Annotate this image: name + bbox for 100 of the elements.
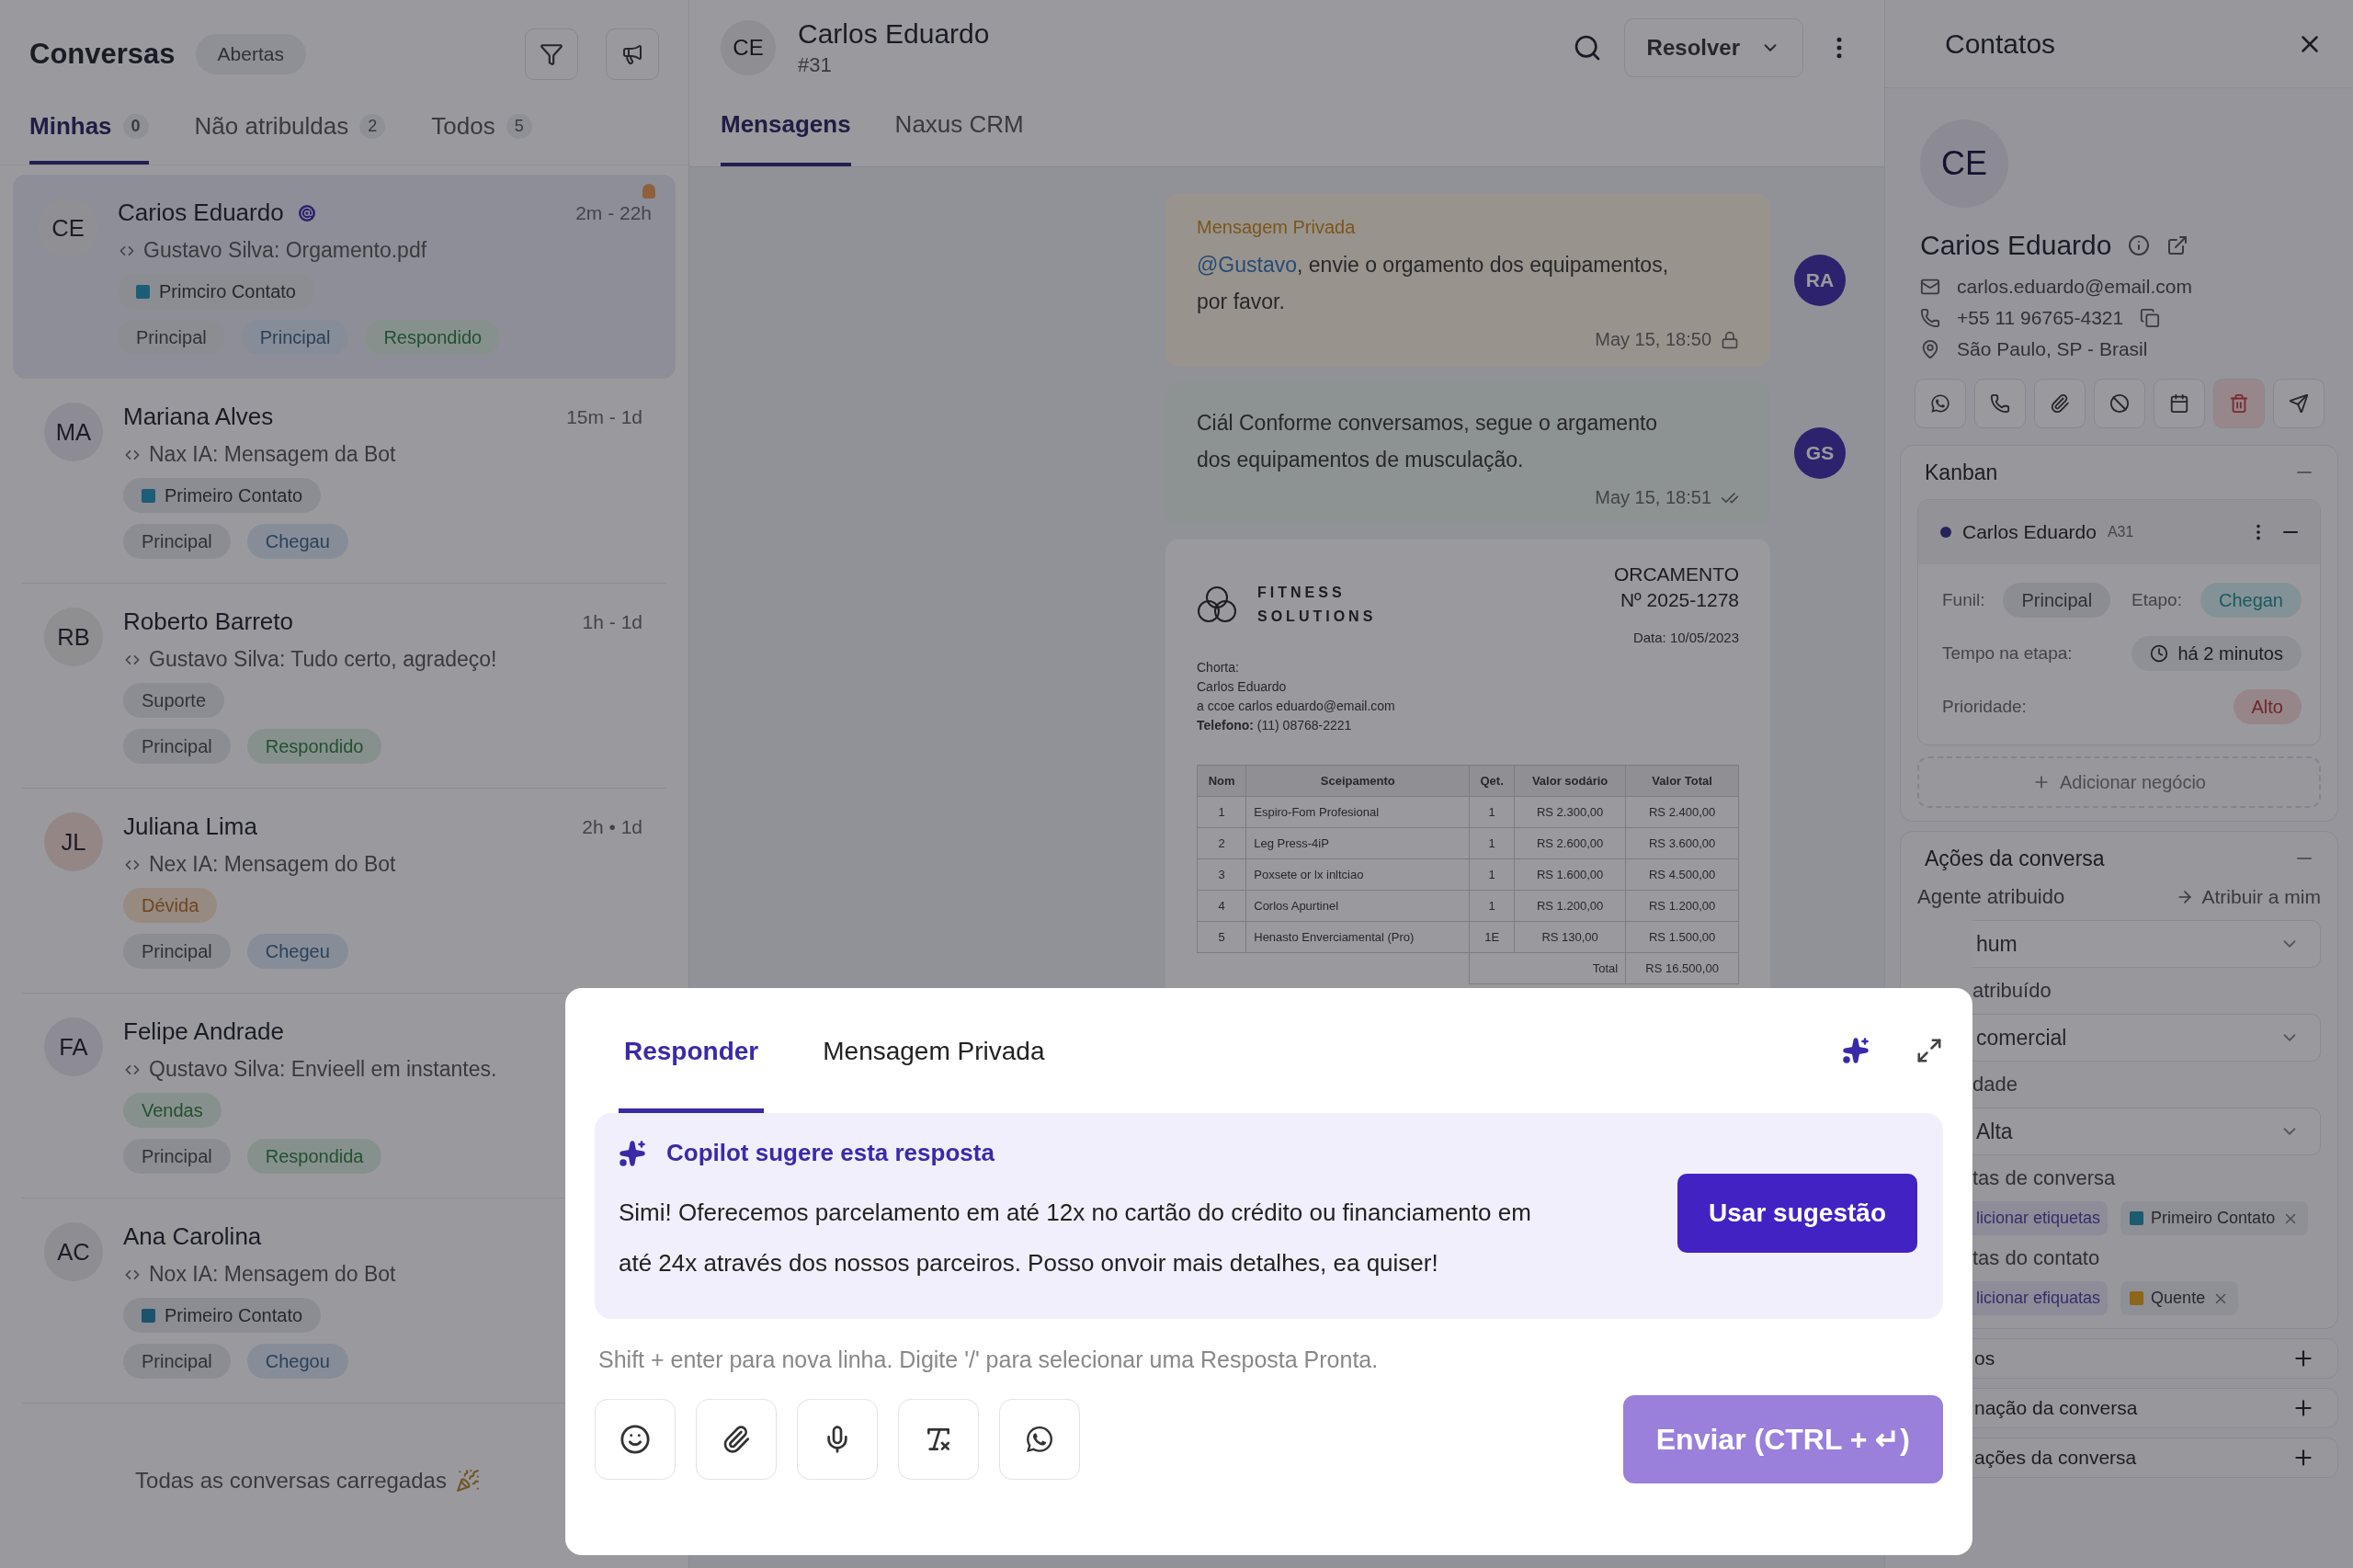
filter-button[interactable] (525, 28, 578, 80)
contact-name: Carios Eduardo (1920, 230, 2112, 261)
message-preview: Qustavo Silva: Envieell em instantes. (149, 1057, 497, 1082)
add-deal-button[interactable]: Adicionar negócio (1917, 756, 2321, 808)
add-label-button[interactable]: licionar etiquetas (1972, 1201, 2109, 1235)
contact-name: Roberto Barreto (123, 608, 293, 636)
table-cell: RS 1.200,00 (1625, 890, 1739, 922)
whatsapp-button[interactable] (999, 1399, 1080, 1481)
paperclip-icon (722, 1425, 751, 1455)
composer-tab[interactable]: Mensagem Privada (817, 988, 1051, 1113)
client-info: Carlos Eduardo (1197, 678, 1288, 697)
emoji-button[interactable] (595, 1399, 676, 1481)
block-button[interactable] (2094, 379, 2145, 428)
conversation-item[interactable]: JL Juliana Lima 2h • 1d Nex IA: Mensagem do Bot Dévida Principal Chegeu (22, 789, 666, 994)
phone-button[interactable] (1974, 379, 2026, 428)
conversation-tab[interactable]: Todos 5 (431, 88, 532, 165)
table-cell: 1E (1469, 921, 1515, 953)
deal-name: Carlos Eduardo (1962, 521, 2097, 543)
table-cell: RS 130,00 (1514, 921, 1626, 953)
mail-icon (1920, 277, 1940, 297)
mic-button[interactable] (797, 1399, 878, 1481)
table-cell: RS 2.300,00 (1514, 796, 1626, 828)
status-chip: Principal (241, 320, 349, 355)
info-icon[interactable] (2128, 234, 2151, 256)
smiley-icon (620, 1424, 651, 1456)
status-chip: Principal (123, 1139, 231, 1174)
table-cell: 1 (1469, 858, 1515, 891)
message-time: May 15, 18:51 (1595, 487, 1711, 509)
field-label: Agente atribuido (1917, 885, 2065, 909)
contact-phone: +55 11 96765-4321 (1957, 307, 2124, 329)
table-cell: RS 1.200,00 (1514, 890, 1626, 922)
avatar: FA (44, 1017, 103, 1076)
label-chip: Suporte (123, 683, 225, 718)
add-label-button[interactable]: licionar efiquatas (1972, 1281, 2109, 1315)
conversation-item[interactable]: CE Carios Eduardo 2m - 22h Gustavo Silva: Orgamento.pdf Primciro Contato Principal Principal Respondido (13, 175, 676, 379)
select-field[interactable]: Alta (1972, 1108, 2321, 1155)
status-filter[interactable]: Abertas (195, 34, 306, 74)
status-chip: Chegou (246, 1344, 348, 1379)
status-chip: Principal (123, 524, 231, 559)
timestamp: 2m - 22h (575, 201, 652, 224)
avatar: MA (44, 403, 103, 461)
external-link-icon[interactable] (2166, 234, 2189, 256)
status-chip: Respondido (365, 320, 501, 355)
select-field[interactable]: comercial (1972, 1014, 2321, 1062)
avatar: GS (1794, 427, 1846, 480)
whatsapp-button[interactable] (1915, 379, 1966, 428)
label-chip: Primeiro Contato (123, 1298, 322, 1333)
contact-name: Mariana Alves (123, 403, 274, 431)
field-value: Chegan (2200, 583, 2302, 618)
avatar: CE (39, 199, 97, 257)
attach-button[interactable] (696, 1399, 777, 1481)
attach-button[interactable] (2034, 379, 2086, 428)
status-chip: Chegau (246, 524, 348, 559)
status-chip: Respondido (246, 729, 382, 764)
timestamp: 15m - 1d (566, 405, 642, 428)
table-cell: RS 2.600,00 (1514, 827, 1626, 859)
conversation-item[interactable]: MA Mariana Alves 15m - 1d Nax IA: Mensagem da Bot Primeiro Contato Principal Chegau (22, 379, 666, 584)
brand-name: SOLUTIONS (1257, 607, 1377, 626)
message-preview: Gustavo Silva: Tudo certo, agradeço! (149, 647, 497, 672)
paperclip-icon (2050, 393, 2070, 414)
assign-to-me-link[interactable]: Atribuir a mim (2176, 886, 2321, 908)
conversation-tab[interactable]: Minhas 0 (29, 88, 149, 165)
location-icon (1920, 339, 1940, 359)
sparkle-icon[interactable] (1842, 1037, 1870, 1064)
document-date: Data: 10/05/2023 (1632, 630, 1739, 646)
conversation-item[interactable]: RB Roberto Barreto 1h - 1d Gustavo Silva: Tudo certo, agradeço! Suporte Principal Respondido (22, 584, 666, 789)
field-value: há 2 minutos (2131, 636, 2302, 671)
phone-bubble-icon (1930, 393, 1950, 414)
field-value: Principal (2003, 583, 2111, 618)
copy-icon[interactable] (2140, 308, 2161, 328)
megaphone-button[interactable] (606, 28, 659, 80)
table-cell: RS 4.500,00 (1625, 858, 1739, 891)
delete-button[interactable] (2213, 379, 2265, 428)
send-button[interactable] (2273, 379, 2325, 428)
clear-format-button[interactable] (898, 1399, 979, 1481)
message-time: May 15, 18:50 (1595, 329, 1711, 351)
label-chip: Primeiro Contato (2120, 1201, 2309, 1235)
resolve-button[interactable]: Resolver (1623, 18, 1803, 77)
expand-icon[interactable] (1915, 1037, 1943, 1064)
total-value: RS 16.500,00 (1625, 952, 1739, 984)
chat-tab[interactable]: Mensagens (721, 92, 851, 166)
circles-logo-icon (1197, 584, 1237, 625)
use-suggestion-button[interactable]: Usar sugestão (1677, 1174, 1917, 1254)
avatar: RA (1794, 254, 1846, 306)
column-header: Nom (1197, 765, 1246, 797)
select-field[interactable]: hum (1972, 920, 2321, 968)
client-info: a ccoe carlos eduardo@email.com (1197, 698, 1396, 716)
table-cell: RS 1.600,00 (1514, 858, 1626, 891)
send-icon (2289, 393, 2309, 414)
chat-tab[interactable]: Naxus CRM (894, 92, 1024, 166)
mention-link[interactable]: @Gustavo (1197, 253, 1297, 277)
conversation-tab[interactable]: Não atribuldas 2 (194, 88, 386, 165)
panel-title: Contatos (1945, 28, 2056, 60)
field-value: Alto (2233, 689, 2302, 724)
calendar-button[interactable] (2154, 379, 2205, 428)
client-info: Telefono: (11) 08768-2221 (1197, 717, 1353, 735)
conversation-number: #31 (798, 53, 833, 77)
deal-code: A31 (2107, 524, 2134, 540)
message-text: Ciál Conforme conversamos, segue o argamento dos equipamentos de musculação. (1197, 410, 1659, 473)
phone-bubble-icon (1025, 1425, 1054, 1455)
